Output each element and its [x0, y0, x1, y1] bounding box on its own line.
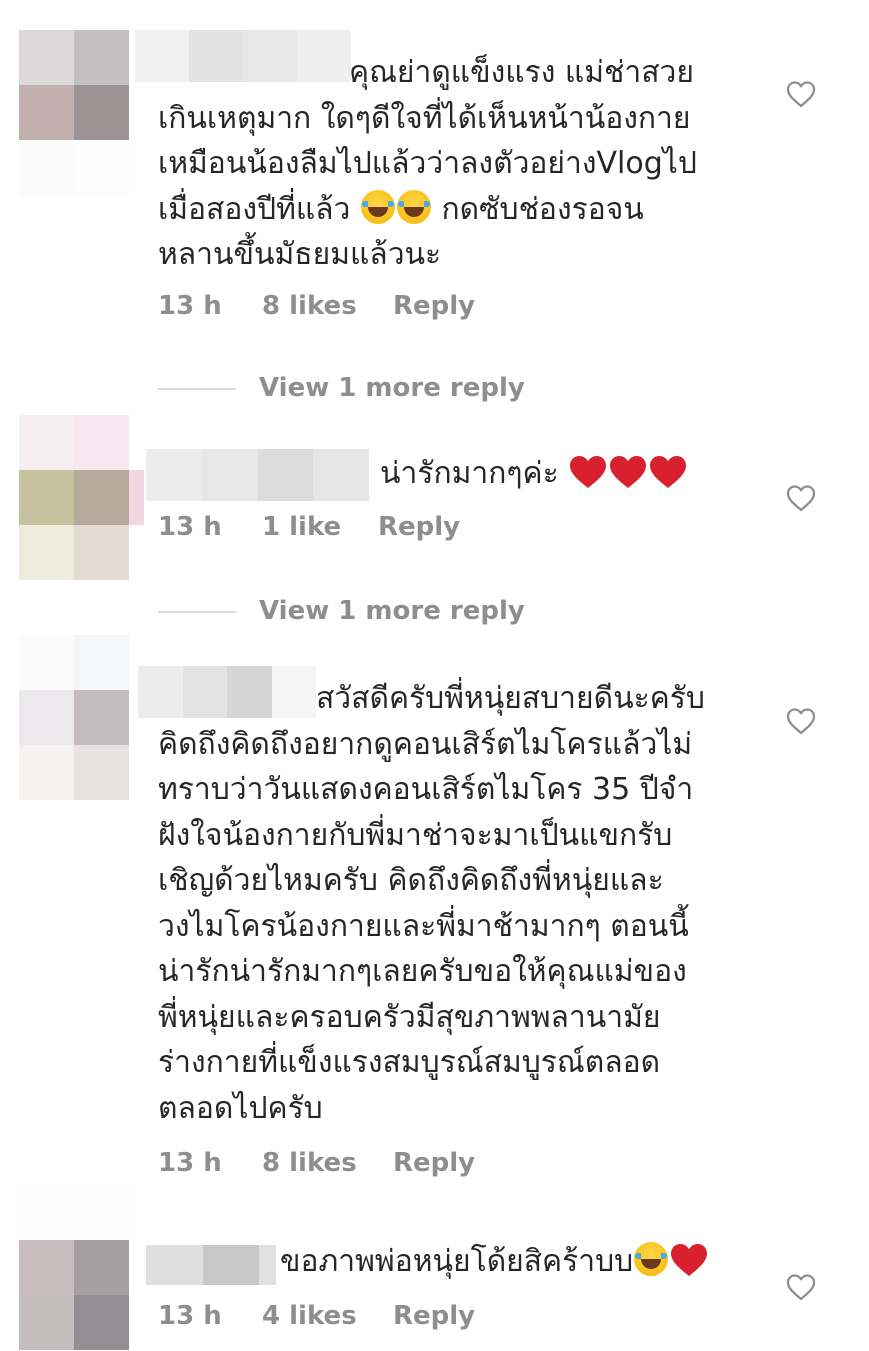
- view-replies-label: View 1 more reply: [259, 596, 525, 626]
- red-heart-emoji-icon: [610, 456, 647, 488]
- timestamp[interactable]: 13 h: [158, 289, 222, 323]
- red-heart-emoji-icon: [671, 1244, 708, 1276]
- comment-line: คุณย่าดูแข็งแรง แม่ช่าสวย: [349, 55, 694, 90]
- comment-text: น่ารักมากๆค่ะ: [158, 451, 758, 497]
- reply-button[interactable]: Reply: [393, 289, 475, 323]
- reply-divider: [158, 611, 236, 613]
- comment-line: สวัสดีครับพี่หนุ่ยสบายดีนะครับ: [316, 681, 705, 716]
- timestamp[interactable]: 13 h: [158, 510, 222, 544]
- comment-line: น่ารักมากๆค่ะ: [380, 456, 559, 491]
- heart-outline-icon[interactable]: [786, 707, 816, 735]
- comment-line: ทราบว่าวันแสดงคอนเสิร์ตไมโคร 35 ปีจำ: [158, 772, 694, 807]
- avatar[interactable]: [19, 415, 129, 580]
- comment-line: ร่างกายที่แข็งแรงสมบูรณ์สมบูรณ์ตลอด: [158, 1045, 661, 1080]
- avatar-edge: [129, 470, 144, 525]
- red-heart-emoji-icon: [570, 456, 607, 488]
- comment-line: หลานขึ้นมัธยมแล้วนะ: [158, 237, 442, 272]
- reply-button[interactable]: Reply: [393, 1146, 475, 1180]
- avatar[interactable]: [19, 635, 129, 800]
- laugh-emoji-icon: [634, 1242, 669, 1276]
- timestamp[interactable]: 13 h: [158, 1299, 222, 1333]
- comment-line: น่ารักน่ารักมากๆเลยครับขอให้คุณแม่ของ: [158, 954, 687, 989]
- heart-outline-icon[interactable]: [786, 484, 816, 512]
- comment-text: ขอภาพพ่อหนุ่ยโด้ยสิคร้าบบ: [158, 1239, 758, 1285]
- avatar[interactable]: [19, 1240, 129, 1350]
- likes-count[interactable]: 8 likes: [262, 1146, 357, 1180]
- red-heart-emoji-icon: [650, 456, 687, 488]
- likes-count[interactable]: 8 likes: [262, 289, 357, 323]
- likes-count[interactable]: 1 like: [262, 510, 341, 544]
- comment-text: คุณย่าดูแข็งแรง แม่ช่าสวย เกินเหตุมาก ใด…: [158, 50, 758, 278]
- comment-line: เมื่อสองปีที่แล้ว: [158, 191, 351, 227]
- comment-line: ฝังใจน้องกายกับพี่มาช่าจะมาเป็นแขกรับ: [158, 817, 673, 853]
- comment-text: สวัสดีครับพี่หนุ่ยสบายดีนะครับ คิดถึงคิด…: [158, 676, 758, 1131]
- comment-line: เชิญด้วยไหมครับ คิดถึงคิดถึงพี่หนุ่ยและ: [158, 863, 664, 898]
- reply-divider: [158, 388, 236, 390]
- comment-line: วงไมโครน้องกายและพี่มาช้ามากๆ ตอนนี้: [158, 908, 689, 944]
- comment-line: เหมือนน้องลืมไปแล้วว่าลงตัวอย่างVlogไป: [158, 146, 697, 181]
- comment-line: ขอภาพพ่อหนุ่ยโด้ยสิคร้าบบ: [280, 1244, 634, 1279]
- reply-button[interactable]: Reply: [378, 510, 460, 544]
- comment-line: เกินเหตุมาก ใดๆดีใจที่ได้เห็นหน้าน้องกาย: [158, 100, 691, 136]
- reply-button[interactable]: Reply: [393, 1299, 475, 1333]
- comment-line: กดซับช่องรอจน: [441, 191, 644, 227]
- view-replies-button[interactable]: View 1 more reply: [158, 371, 658, 405]
- heart-outline-icon[interactable]: [786, 80, 816, 108]
- heart-outline-icon[interactable]: [786, 1273, 816, 1301]
- comment-line: พี่หนุ่ยและครอบครัวมีสุขภาพพลานามัย: [158, 999, 661, 1035]
- comment-line: คิดถึงคิดถึงอยากดูคอนเสิร์ตไมโครแล้วไม่: [158, 726, 693, 762]
- timestamp[interactable]: 13 h: [158, 1146, 222, 1180]
- avatar-edge: [19, 1185, 129, 1240]
- comment-line: ตลอดไปครับ: [158, 1090, 323, 1126]
- view-replies-label: View 1 more reply: [259, 373, 525, 403]
- avatar[interactable]: [19, 30, 129, 195]
- view-replies-button[interactable]: View 1 more reply: [158, 594, 658, 628]
- laugh-emoji-icon: [396, 189, 431, 224]
- likes-count[interactable]: 4 likes: [262, 1299, 357, 1333]
- laugh-emoji-icon: [360, 189, 395, 224]
